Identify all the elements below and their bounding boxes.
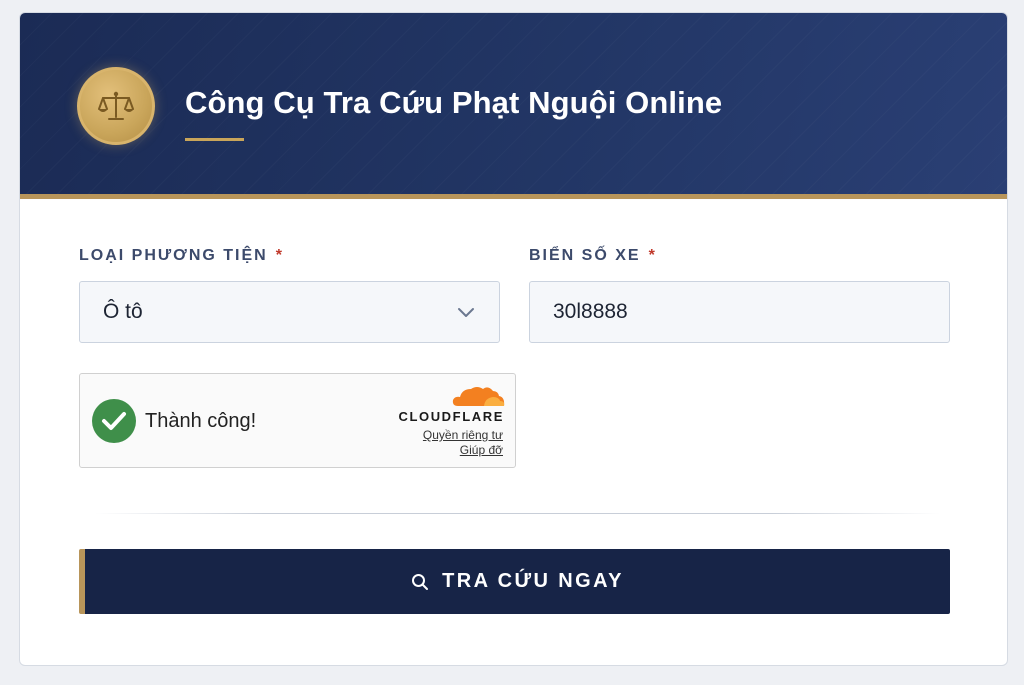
vehicle-type-value: Ô tô — [103, 300, 143, 323]
page-title: Công Cụ Tra Cứu Phạt Nguội Online — [185, 85, 723, 120]
vehicle-type-select[interactable]: Ô tô — [79, 281, 500, 343]
chevron-down-icon — [457, 303, 475, 327]
plate-label: BIỂN SỐ XE * — [529, 247, 657, 264]
plate-value: 30l8888 — [553, 300, 628, 323]
search-submit-button[interactable]: TRA CỨU NGAY — [79, 549, 950, 614]
captcha-status: Thành công! — [145, 410, 257, 432]
cloudflare-captcha[interactable]: Thành công! CLOUDFLARE Quyền riêng tư Gi… — [79, 373, 516, 468]
checkmark-icon — [92, 399, 136, 443]
search-submit-label: TRA CỨU NGAY — [442, 570, 624, 592]
scales-of-justice-icon — [77, 67, 155, 145]
privacy-link[interactable]: Quyền riêng tư — [423, 428, 503, 442]
help-link[interactable]: Giúp đỡ — [460, 443, 503, 457]
required-mark: * — [275, 247, 284, 264]
vehicle-type-label: LOẠI PHƯƠNG TIỆN * — [79, 247, 284, 264]
divider — [95, 513, 940, 514]
header-banner: Công Cụ Tra Cứu Phạt Nguội Online — [20, 13, 1007, 199]
cloudflare-wordmark: CLOUDFLARE — [398, 409, 504, 424]
lookup-card: Công Cụ Tra Cứu Phạt Nguội Online LOẠI P… — [19, 12, 1008, 666]
search-icon — [411, 573, 429, 591]
required-mark: * — [648, 247, 657, 264]
title-underline — [185, 138, 244, 141]
plate-input[interactable]: 30l8888 — [529, 281, 950, 343]
